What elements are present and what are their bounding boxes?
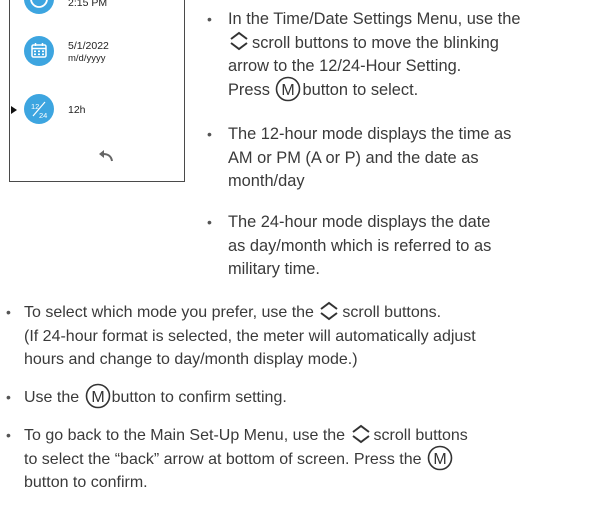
bullet-dot: • (207, 126, 212, 142)
bullet-text: Press (228, 80, 270, 99)
bullet-text: button to confirm setting. (111, 389, 287, 406)
back-arrow-icon[interactable] (98, 149, 114, 168)
bullet-24-hour-mode: • The 24-hour mode displays the date as … (207, 211, 588, 282)
bullet-dot: • (6, 304, 11, 320)
m-button-icon: M (85, 383, 110, 409)
bullet-text: In the Time/Date Settings Menu, use the (228, 10, 521, 28)
hour-mode-row[interactable]: 12 24 12h (10, 84, 186, 124)
time-value: 2:15 PM (68, 0, 108, 9)
scroll-buttons-icon (351, 424, 370, 444)
bullet-text: Use the (24, 389, 80, 406)
scroll-buttons-icon (320, 301, 338, 321)
bullet-text: scroll buttons to move the blinking (252, 33, 499, 52)
bullet-text: (If 24-hour format is selected, the mete… (24, 327, 476, 345)
bullet-dot: • (207, 214, 212, 230)
bullet-text: military time. (228, 260, 320, 278)
date-row: 5/1/2022 m/d/yyyy (10, 30, 186, 70)
m-button-letter: M (282, 82, 295, 99)
icon-24-text: 24 (39, 111, 47, 120)
bullet-text: as day/month which is referred to as (228, 236, 492, 255)
bullet-select-mode: • To select which mode you prefer, use t… (6, 301, 594, 372)
icon-12-text: 12 (31, 102, 39, 111)
bullet-text: The 24-hour mode displays the date (228, 213, 491, 231)
date-format: m/d/yyyy (68, 53, 106, 64)
bullet-dot: • (6, 389, 11, 405)
m-button-icon: M (276, 76, 301, 101)
selection-arrow-icon (11, 106, 17, 114)
12-24-icon: 12 24 (24, 94, 54, 124)
bullet-text: AM or PM (A or P) and the date as (228, 148, 479, 167)
bullet-select-setting: • In the Time/Date Settings Menu, use th… (207, 8, 588, 102)
time-row: 2:15 PM (10, 0, 186, 20)
bullet-text: arrow to the 12/24-Hour Setting. (228, 57, 462, 75)
date-value: 5/1/2022 (68, 40, 109, 52)
meter-screen: 2:15 PM 5/1/2022 m/d/yyyy 12 24 12h (9, 0, 185, 182)
bullet-dot: • (6, 427, 11, 443)
m-button-letter: M (433, 451, 446, 468)
bullet-text: The 12-hour mode displays the time as (228, 125, 512, 143)
calendar-icon (24, 36, 54, 66)
clock-icon (24, 0, 54, 14)
scroll-buttons-icon (230, 31, 248, 51)
bullet-text: month/day (228, 172, 305, 190)
bullet-text: scroll buttons (373, 427, 468, 444)
bullet-dot: • (207, 11, 212, 27)
bullet-text: hours and change to day/month display mo… (24, 351, 358, 368)
hour-mode-value: 12h (68, 104, 86, 116)
bullet-confirm-setting: • Use the M button to confirm setting. (6, 383, 594, 410)
m-button-icon: M (427, 445, 453, 471)
bullet-text: scroll buttons. (342, 304, 442, 321)
bullet-text: button to confirm. (24, 474, 148, 491)
bullet-text: button to select. (302, 80, 419, 99)
m-button-letter: M (91, 389, 104, 406)
bullet-text: to select the “back” arrow at bottom of … (24, 450, 422, 468)
bullet-text: To select which mode you prefer, use the (24, 304, 314, 321)
bullet-12-hour-mode: • The 12-hour mode displays the time as … (207, 123, 588, 194)
bullet-text: To go back to the Main Set-Up Menu, use … (24, 427, 346, 444)
bullet-go-back: • To go back to the Main Set-Up Menu, us… (6, 424, 594, 495)
